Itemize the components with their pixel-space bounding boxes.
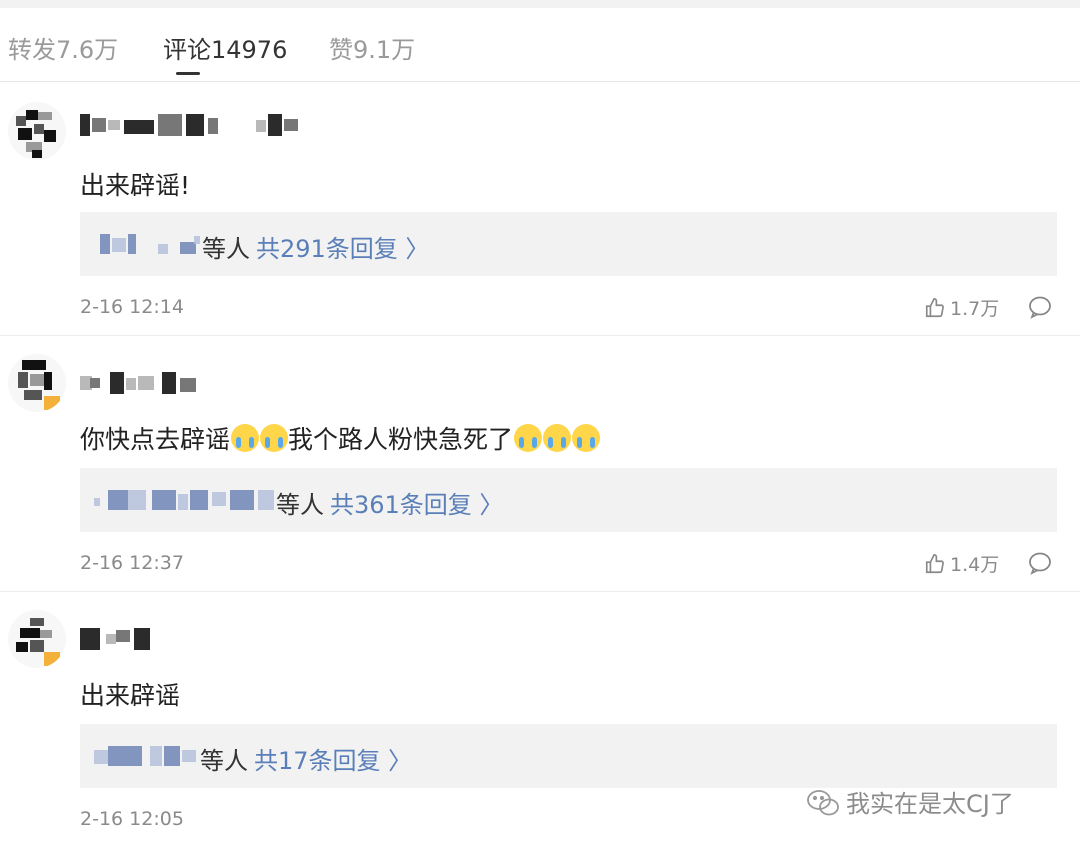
watermark: 我实在是太CJ了 <box>806 784 1014 819</box>
comment-timestamp: 2-16 12:05 <box>80 808 184 830</box>
username-mosaic[interactable] <box>80 114 300 136</box>
like-button[interactable]: 1.4万 <box>924 550 999 577</box>
avatar[interactable] <box>8 610 66 668</box>
crying-emoji-icon <box>543 424 572 452</box>
username-mosaic[interactable] <box>80 628 160 650</box>
thumbs-up-icon <box>925 298 944 318</box>
comment-timestamp: 2-16 12:37 <box>80 552 184 574</box>
tab-likes[interactable]: 赞9.1万 <box>329 30 415 65</box>
crying-emoji-icon <box>231 424 260 452</box>
crying-emoji-icon <box>260 424 289 452</box>
avatar[interactable] <box>8 354 66 412</box>
reply-summary[interactable]: 等人 共361条回复 〉 <box>80 468 1057 532</box>
reply-usernames-mosaic <box>94 746 198 766</box>
tab-bar: 转发7.6万 评论14976 赞9.1万 <box>0 8 1080 82</box>
thumbs-up-icon <box>925 554 944 574</box>
divider <box>0 591 1080 592</box>
reply-count-link[interactable]: 共17条回复 〉 <box>254 747 412 775</box>
comment-reply-button[interactable] <box>1027 550 1053 576</box>
speech-bubble-icon <box>1029 552 1051 575</box>
crying-emoji-icon <box>514 424 543 452</box>
like-button[interactable]: 1.7万 <box>924 294 999 321</box>
like-count: 1.7万 <box>950 298 1000 320</box>
comment-text-part: 你快点去辟谣 <box>80 425 231 454</box>
reply-count-link[interactable]: 共361条回复 〉 <box>330 491 503 519</box>
reply-etc-label: 等人 <box>200 747 248 775</box>
active-tab-indicator <box>176 72 200 75</box>
comment-reply-button[interactable] <box>1027 294 1053 320</box>
comment-text: 出来辟谣! <box>80 171 191 200</box>
comments-panel: 转发7.6万 评论14976 赞9.1万 出来辟谣! 等人 共291条回复 〉 … <box>0 8 1080 856</box>
reply-usernames-mosaic <box>94 490 276 510</box>
crying-emoji-icon <box>572 424 601 452</box>
reply-count-link[interactable]: 共291条回复 〉 <box>256 235 429 263</box>
reply-etc-label: 等人 <box>276 491 324 519</box>
reply-summary[interactable]: 等人 共291条回复 〉 <box>80 212 1057 276</box>
divider <box>0 335 1080 336</box>
username-mosaic[interactable] <box>80 372 200 394</box>
wechat-icon <box>807 790 839 816</box>
top-strip <box>0 0 1080 8</box>
reply-summary[interactable]: 等人 共17条回复 〉 <box>80 724 1057 788</box>
watermark-text: 我实在是太CJ了 <box>846 790 1014 818</box>
avatar[interactable] <box>8 102 66 160</box>
comment-item: 你快点去辟谣 我个路人粉快急死了 等人 共361条回复 〉 2-16 12:37 1… <box>0 338 1080 593</box>
reply-etc-label: 等人 <box>202 235 250 263</box>
like-count: 1.4万 <box>950 554 1000 576</box>
speech-bubble-icon <box>1029 296 1051 319</box>
comment-text: 出来辟谣 <box>80 681 181 710</box>
tab-reposts[interactable]: 转发7.6万 <box>8 30 118 65</box>
comment-text: 你快点去辟谣 我个路人粉快急死了 <box>80 420 601 456</box>
comment-item: 出来辟谣! 等人 共291条回复 〉 2-16 12:14 1.7万 <box>0 82 1080 337</box>
tab-comments[interactable]: 评论14976 <box>163 30 287 65</box>
reply-usernames-mosaic <box>100 234 200 254</box>
comment-timestamp: 2-16 12:14 <box>80 296 184 318</box>
comment-text-part: 我个路人粉快急死了 <box>288 425 514 454</box>
